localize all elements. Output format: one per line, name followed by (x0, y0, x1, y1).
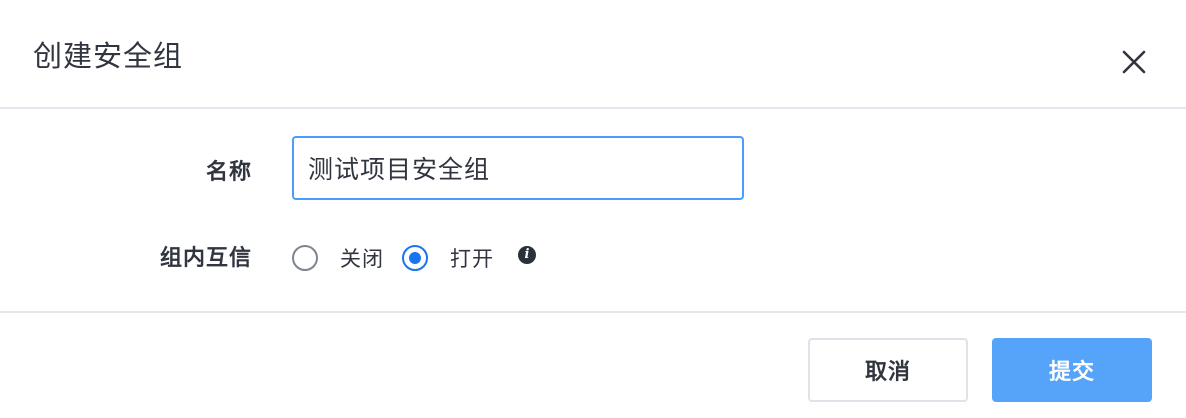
radio-off-button[interactable] (292, 245, 318, 271)
intra-group-trust-label: 组内互信 (159, 246, 252, 271)
radio-option-on[interactable]: 打开 (402, 243, 494, 273)
close-icon[interactable] (1118, 46, 1150, 78)
dialog-footer: 取消 提交 (0, 313, 1186, 418)
create-security-group-dialog: 创建安全组 名称 组内互信 关闭 打开 i 取消 提交 (0, 0, 1186, 418)
name-input[interactable] (292, 136, 744, 200)
radio-option-off[interactable]: 关闭 (292, 243, 384, 273)
dialog-body: 名称 组内互信 关闭 打开 i (0, 109, 1186, 313)
intra-group-trust-radio-group: 关闭 打开 i (292, 241, 536, 275)
radio-off-label: 关闭 (340, 247, 384, 271)
info-icon[interactable]: i (518, 246, 536, 264)
dialog-header: 创建安全组 (0, 0, 1186, 109)
submit-button[interactable]: 提交 (992, 338, 1152, 402)
cancel-button[interactable]: 取消 (808, 338, 968, 402)
radio-on-label: 打开 (450, 247, 494, 271)
name-label: 名称 (205, 160, 252, 185)
dialog-title: 创建安全组 (33, 39, 184, 73)
radio-on-button[interactable] (402, 245, 428, 271)
